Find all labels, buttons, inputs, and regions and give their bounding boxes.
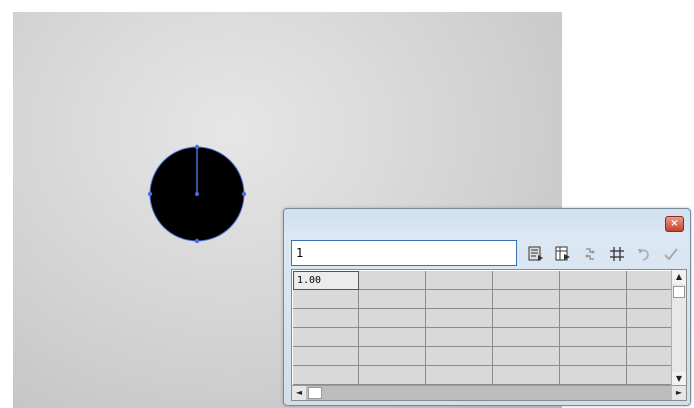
value-table: 1.00 ▲ ▼ ◄ ► <box>291 269 687 401</box>
table-cell[interactable] <box>426 366 493 385</box>
table-cell[interactable] <box>359 366 426 385</box>
table-cell[interactable] <box>359 290 426 309</box>
vertical-scrollbar[interactable]: ▲ ▼ <box>671 270 686 386</box>
active-cell[interactable]: 1.00 <box>293 271 359 290</box>
table-cell[interactable] <box>426 271 493 290</box>
dialog-toolbar <box>291 240 685 268</box>
vertical-scroll-thumb[interactable] <box>673 286 685 298</box>
table-cell[interactable] <box>293 347 359 366</box>
table-cell[interactable] <box>426 328 493 347</box>
right-handle[interactable] <box>241 191 247 197</box>
table-cell[interactable] <box>560 347 627 366</box>
table-cell[interactable] <box>426 309 493 328</box>
table-cell[interactable] <box>359 328 426 347</box>
table-cell[interactable] <box>627 347 672 366</box>
bottom-handle[interactable] <box>194 238 200 244</box>
table-cell[interactable] <box>560 271 627 290</box>
close-button[interactable]: × <box>665 216 684 232</box>
table-cell[interactable] <box>493 271 560 290</box>
table-cell[interactable] <box>493 366 560 385</box>
table-cell[interactable] <box>493 290 560 309</box>
import-icon[interactable] <box>524 244 547 264</box>
undo-icon[interactable] <box>632 244 655 264</box>
table-cell[interactable] <box>493 328 560 347</box>
table-cell[interactable] <box>560 328 627 347</box>
scroll-right-arrow-icon[interactable]: ► <box>672 386 686 400</box>
value-input[interactable] <box>291 240 517 266</box>
top-handle[interactable] <box>194 144 200 150</box>
horizontal-scrollbar[interactable]: ◄ ► <box>292 385 686 400</box>
table-cell[interactable] <box>560 366 627 385</box>
table-cell[interactable] <box>627 366 672 385</box>
value-entry-dialog: × 1 1.00 ▲ ▼ ◄ ► <box>283 208 691 406</box>
grid-settings-icon[interactable] <box>605 244 628 264</box>
checkmark-icon[interactable] <box>659 244 682 264</box>
left-handle[interactable] <box>147 191 153 197</box>
table-cell[interactable] <box>359 309 426 328</box>
center-handle[interactable] <box>195 192 199 196</box>
table-cell[interactable] <box>426 347 493 366</box>
close-icon: × <box>670 218 679 229</box>
table-cell[interactable] <box>627 328 672 347</box>
horizontal-scroll-thumb[interactable] <box>308 387 322 399</box>
table-cell[interactable] <box>627 271 672 290</box>
table-cell[interactable] <box>359 271 426 290</box>
table-cell[interactable] <box>627 309 672 328</box>
table-cell[interactable] <box>493 309 560 328</box>
table-cell[interactable] <box>293 366 359 385</box>
table-cell[interactable] <box>426 290 493 309</box>
value-grid: 1.00 <box>293 271 672 385</box>
table-cell[interactable] <box>627 290 672 309</box>
table-cell[interactable] <box>293 309 359 328</box>
scroll-left-arrow-icon[interactable]: ◄ <box>292 386 306 400</box>
export-icon[interactable] <box>551 244 574 264</box>
scroll-down-arrow-icon[interactable]: ▼ <box>672 372 686 386</box>
table-cell[interactable] <box>560 309 627 328</box>
tool-icons <box>524 243 686 265</box>
scroll-up-arrow-icon[interactable]: ▲ <box>672 270 686 284</box>
table-cell[interactable] <box>359 347 426 366</box>
table-cell[interactable] <box>293 290 359 309</box>
table-cell[interactable] <box>293 328 359 347</box>
table-cell[interactable] <box>493 347 560 366</box>
table-cell[interactable] <box>560 290 627 309</box>
link-icon[interactable] <box>578 244 601 264</box>
